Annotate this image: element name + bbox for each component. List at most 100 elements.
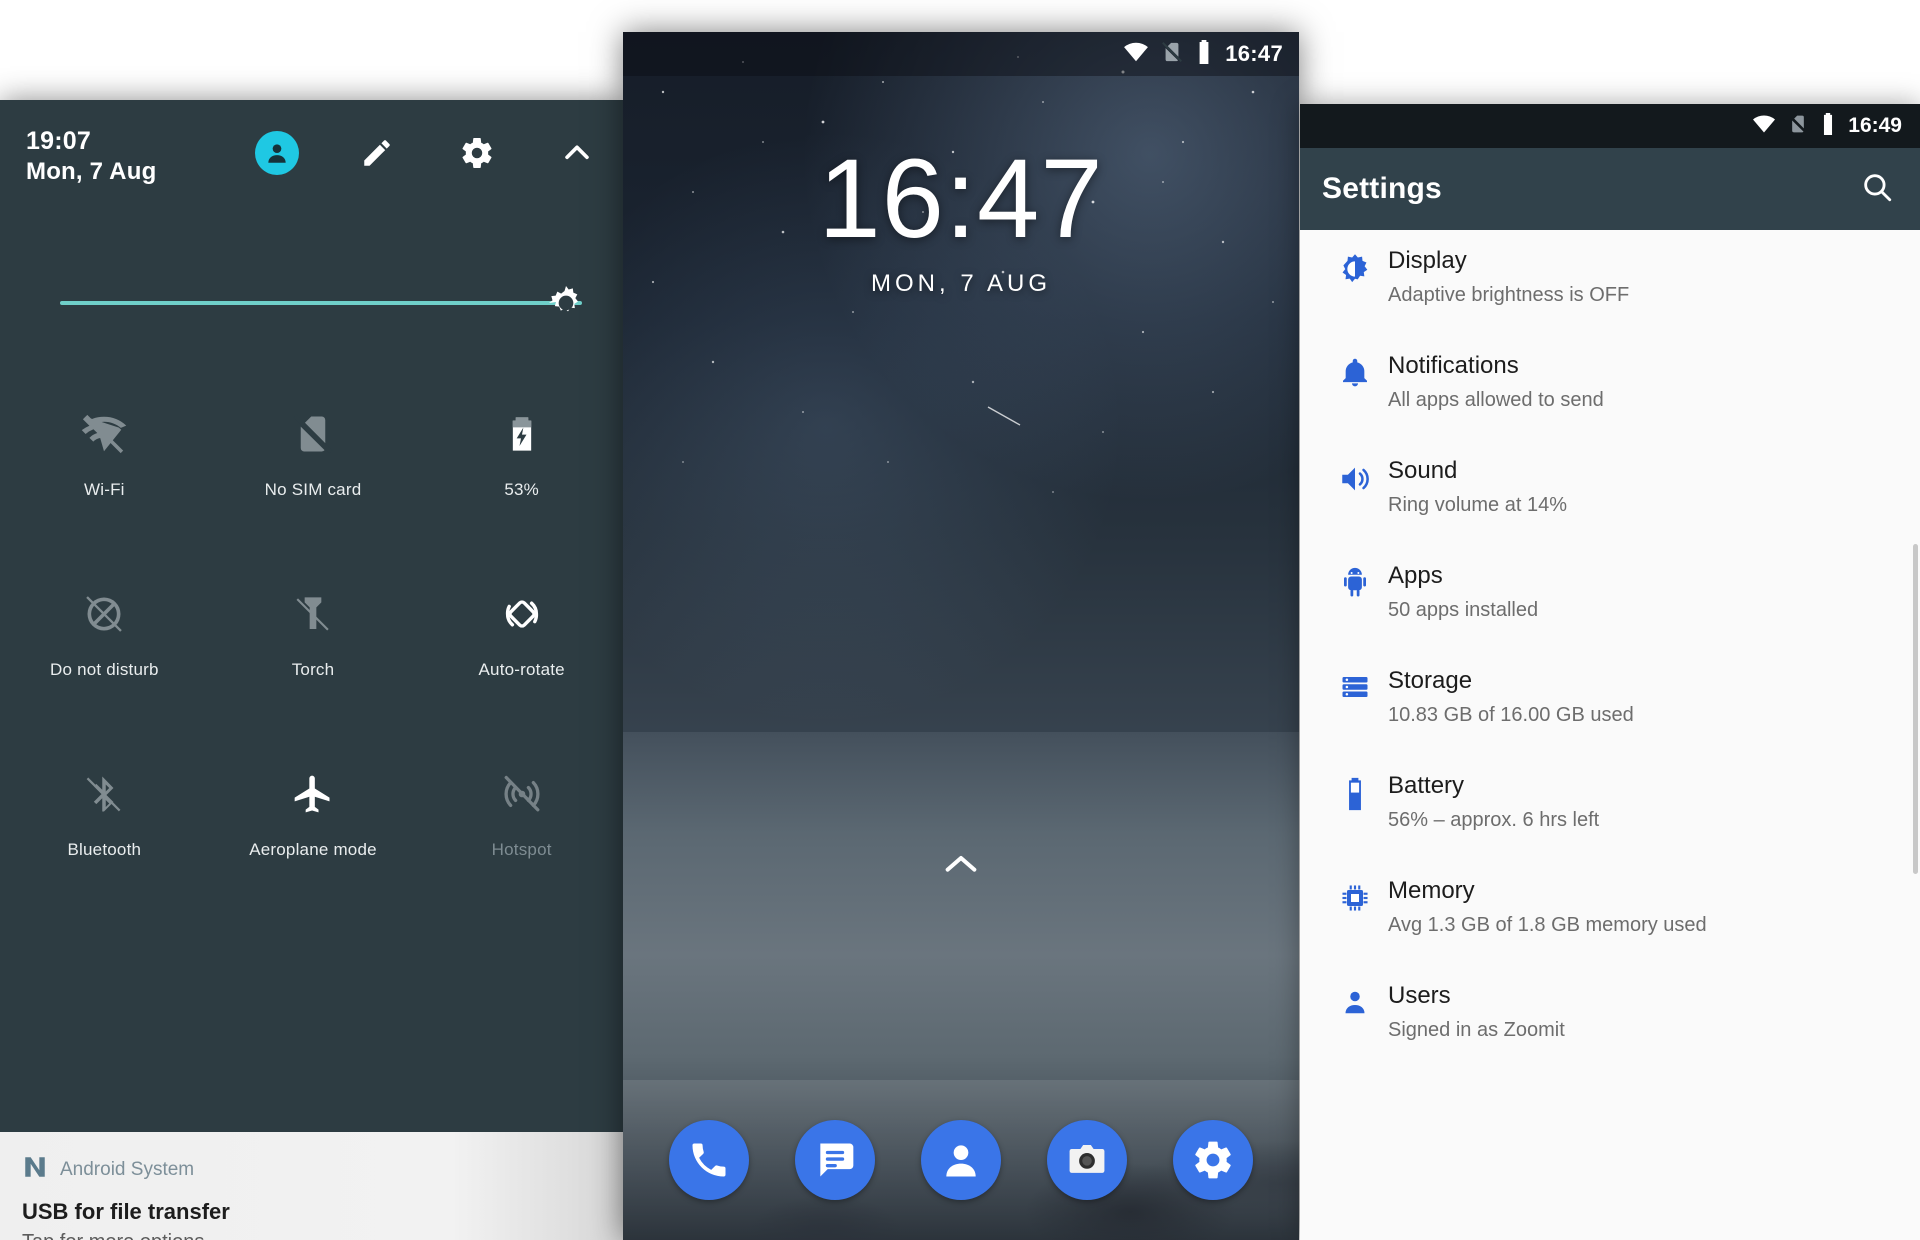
settings-item-title: Display bbox=[1388, 247, 1467, 274]
app-drawer-handle[interactable] bbox=[623, 850, 1299, 876]
tile-bluetooth[interactable]: Bluetooth bbox=[0, 740, 209, 920]
aeroplane-icon bbox=[291, 764, 335, 824]
wifi-icon bbox=[1123, 39, 1149, 70]
settings-item-title: Storage bbox=[1388, 667, 1473, 694]
page-title: Settings bbox=[1322, 172, 1442, 205]
settings-item-subtitle: Signed in as Zoomit bbox=[1388, 1019, 1565, 1041]
quick-settings-tiles: Wi-Fi No SIM card 53% Do not disturb Tor… bbox=[0, 380, 626, 920]
auto-rotate-icon bbox=[498, 584, 546, 644]
settings-item-title: Apps bbox=[1388, 562, 1443, 589]
screenshot-stage: 19:07 Mon, 7 Aug Wi-Fi No SIM card 53% D… bbox=[0, 0, 1920, 1240]
tile-label: Hotspot bbox=[491, 840, 552, 859]
tile-label: 53% bbox=[504, 480, 539, 499]
memory-chip-icon bbox=[1322, 876, 1388, 914]
brightness-track bbox=[60, 301, 582, 305]
messages-icon[interactable] bbox=[795, 1120, 875, 1200]
settings-item-notifications[interactable]: Notifications All apps allowed to send bbox=[1300, 335, 1920, 440]
settings-item-title: Battery bbox=[1388, 772, 1465, 799]
battery-icon bbox=[1195, 39, 1213, 69]
quick-settings-body: 19:07 Mon, 7 Aug Wi-Fi No SIM card 53% D… bbox=[0, 100, 626, 1140]
settings-item-title: Sound bbox=[1388, 457, 1458, 484]
tile-row: Do not disturb Torch Auto-rotate bbox=[0, 560, 626, 740]
tile-label: Wi-Fi bbox=[84, 480, 125, 499]
settings-item-subtitle: 50 apps installed bbox=[1388, 599, 1539, 621]
settings-item-title: Memory bbox=[1388, 877, 1475, 904]
phone-icon[interactable] bbox=[669, 1120, 749, 1200]
bluetooth-off-icon bbox=[83, 764, 125, 824]
user-avatar-icon bbox=[255, 131, 299, 175]
do-not-disturb-off-icon bbox=[82, 584, 126, 644]
settings-item-text: Storage 10.83 GB of 16.00 GB used bbox=[1388, 666, 1920, 730]
android-n-logo-icon bbox=[22, 1154, 48, 1185]
tile-label: No SIM card bbox=[264, 480, 362, 499]
tile-label: Aeroplane mode bbox=[249, 840, 377, 859]
settings-item-subtitle: Ring volume at 14% bbox=[1388, 494, 1567, 516]
tile-do-not-disturb[interactable]: Do not disturb bbox=[0, 560, 209, 740]
battery-icon bbox=[1322, 771, 1388, 811]
settings-item-subtitle: Adaptive brightness is OFF bbox=[1388, 284, 1630, 306]
brightness-knob[interactable] bbox=[546, 283, 586, 323]
settings-item-subtitle: Avg 1.3 GB of 1.8 GB memory used bbox=[1388, 914, 1707, 936]
notification-card[interactable]: Android System USB for file transfer Tap… bbox=[0, 1132, 626, 1240]
search-icon[interactable] bbox=[1860, 170, 1894, 209]
notification-subtitle: Tap for more options. bbox=[0, 1225, 626, 1240]
settings-gear-icon[interactable] bbox=[1173, 1120, 1253, 1200]
settings-scrollbar[interactable] bbox=[1913, 544, 1918, 874]
settings-item-display[interactable]: Display Adaptive brightness is OFF bbox=[1300, 230, 1920, 335]
notification-app-row: Android System bbox=[0, 1132, 626, 1185]
tile-torch[interactable]: Torch bbox=[209, 560, 418, 740]
gear-icon[interactable] bbox=[454, 130, 500, 176]
settings-item-apps[interactable]: Apps 50 apps installed bbox=[1300, 545, 1920, 650]
sim-card-off-icon bbox=[1161, 41, 1183, 68]
torch-off-icon bbox=[293, 584, 333, 644]
settings-app-bar: Settings bbox=[1300, 148, 1920, 230]
bell-icon bbox=[1322, 351, 1388, 389]
wifi-icon bbox=[1752, 112, 1776, 141]
settings-item-title: Notifications bbox=[1388, 352, 1519, 379]
settings-item-subtitle: All apps allowed to send bbox=[1388, 389, 1604, 411]
settings-item-subtitle: 56% – approx. 6 hrs left bbox=[1388, 809, 1600, 831]
speaker-icon bbox=[1322, 456, 1388, 496]
qs-header-icons bbox=[254, 130, 600, 176]
tile-battery[interactable]: 53% bbox=[417, 380, 626, 560]
contacts-icon[interactable] bbox=[921, 1120, 1001, 1200]
tile-auto-rotate[interactable]: Auto-rotate bbox=[417, 560, 626, 740]
storage-icon bbox=[1322, 666, 1388, 702]
settings-item-battery[interactable]: Battery 56% – approx. 6 hrs left bbox=[1300, 755, 1920, 860]
tile-aeroplane-mode[interactable]: Aeroplane mode bbox=[209, 740, 418, 920]
tile-wifi[interactable]: Wi-Fi bbox=[0, 380, 209, 560]
edit-pencil-icon[interactable] bbox=[354, 130, 400, 176]
notification-app-name: Android System bbox=[60, 1158, 195, 1180]
chevron-up-icon[interactable] bbox=[554, 130, 600, 176]
person-icon bbox=[1322, 981, 1388, 1017]
settings-item-subtitle: 10.83 GB of 16.00 GB used bbox=[1388, 704, 1634, 726]
tile-label: Do not disturb bbox=[50, 660, 159, 679]
settings-item-text: Battery 56% – approx. 6 hrs left bbox=[1388, 771, 1920, 835]
settings-item-sound[interactable]: Sound Ring volume at 14% bbox=[1300, 440, 1920, 545]
brightness-slider[interactable] bbox=[60, 285, 582, 319]
settings-item-users[interactable]: Users Signed in as Zoomit bbox=[1300, 965, 1920, 1070]
tile-hotspot[interactable]: Hotspot bbox=[417, 740, 626, 920]
tile-row: Wi-Fi No SIM card 53% bbox=[0, 380, 626, 560]
settings-panel: 16:49 Settings Display Adaptive brightne… bbox=[1300, 104, 1920, 1240]
home-clock-widget[interactable]: 16:47 bbox=[623, 140, 1299, 258]
hotspot-off-icon bbox=[500, 764, 544, 824]
tile-row: Bluetooth Aeroplane mode Hotspot bbox=[0, 740, 626, 920]
tile-sim[interactable]: No SIM card bbox=[209, 380, 418, 560]
settings-item-title: Users bbox=[1388, 982, 1451, 1009]
tile-label: Bluetooth bbox=[67, 840, 142, 859]
settings-item-text: Display Adaptive brightness is OFF bbox=[1388, 246, 1920, 310]
avatar[interactable] bbox=[254, 130, 300, 176]
settings-item-text: Users Signed in as Zoomit bbox=[1388, 981, 1920, 1045]
settings-item-text: Sound Ring volume at 14% bbox=[1388, 456, 1920, 520]
settings-item-memory[interactable]: Memory Avg 1.3 GB of 1.8 GB memory used bbox=[1300, 860, 1920, 965]
settings-item-text: Notifications All apps allowed to send bbox=[1388, 351, 1920, 415]
tile-label: Torch bbox=[291, 660, 335, 679]
camera-icon[interactable] bbox=[1047, 1120, 1127, 1200]
home-date-widget[interactable]: MON, 7 AUG bbox=[623, 270, 1299, 298]
brightness-icon bbox=[1322, 246, 1388, 286]
settings-item-storage[interactable]: Storage 10.83 GB of 16.00 GB used bbox=[1300, 650, 1920, 755]
settings-list[interactable]: Display Adaptive brightness is OFF Notif… bbox=[1300, 230, 1920, 1240]
quick-settings-panel: 19:07 Mon, 7 Aug Wi-Fi No SIM card 53% D… bbox=[0, 100, 626, 1240]
quick-settings-header: 19:07 Mon, 7 Aug bbox=[26, 126, 600, 196]
